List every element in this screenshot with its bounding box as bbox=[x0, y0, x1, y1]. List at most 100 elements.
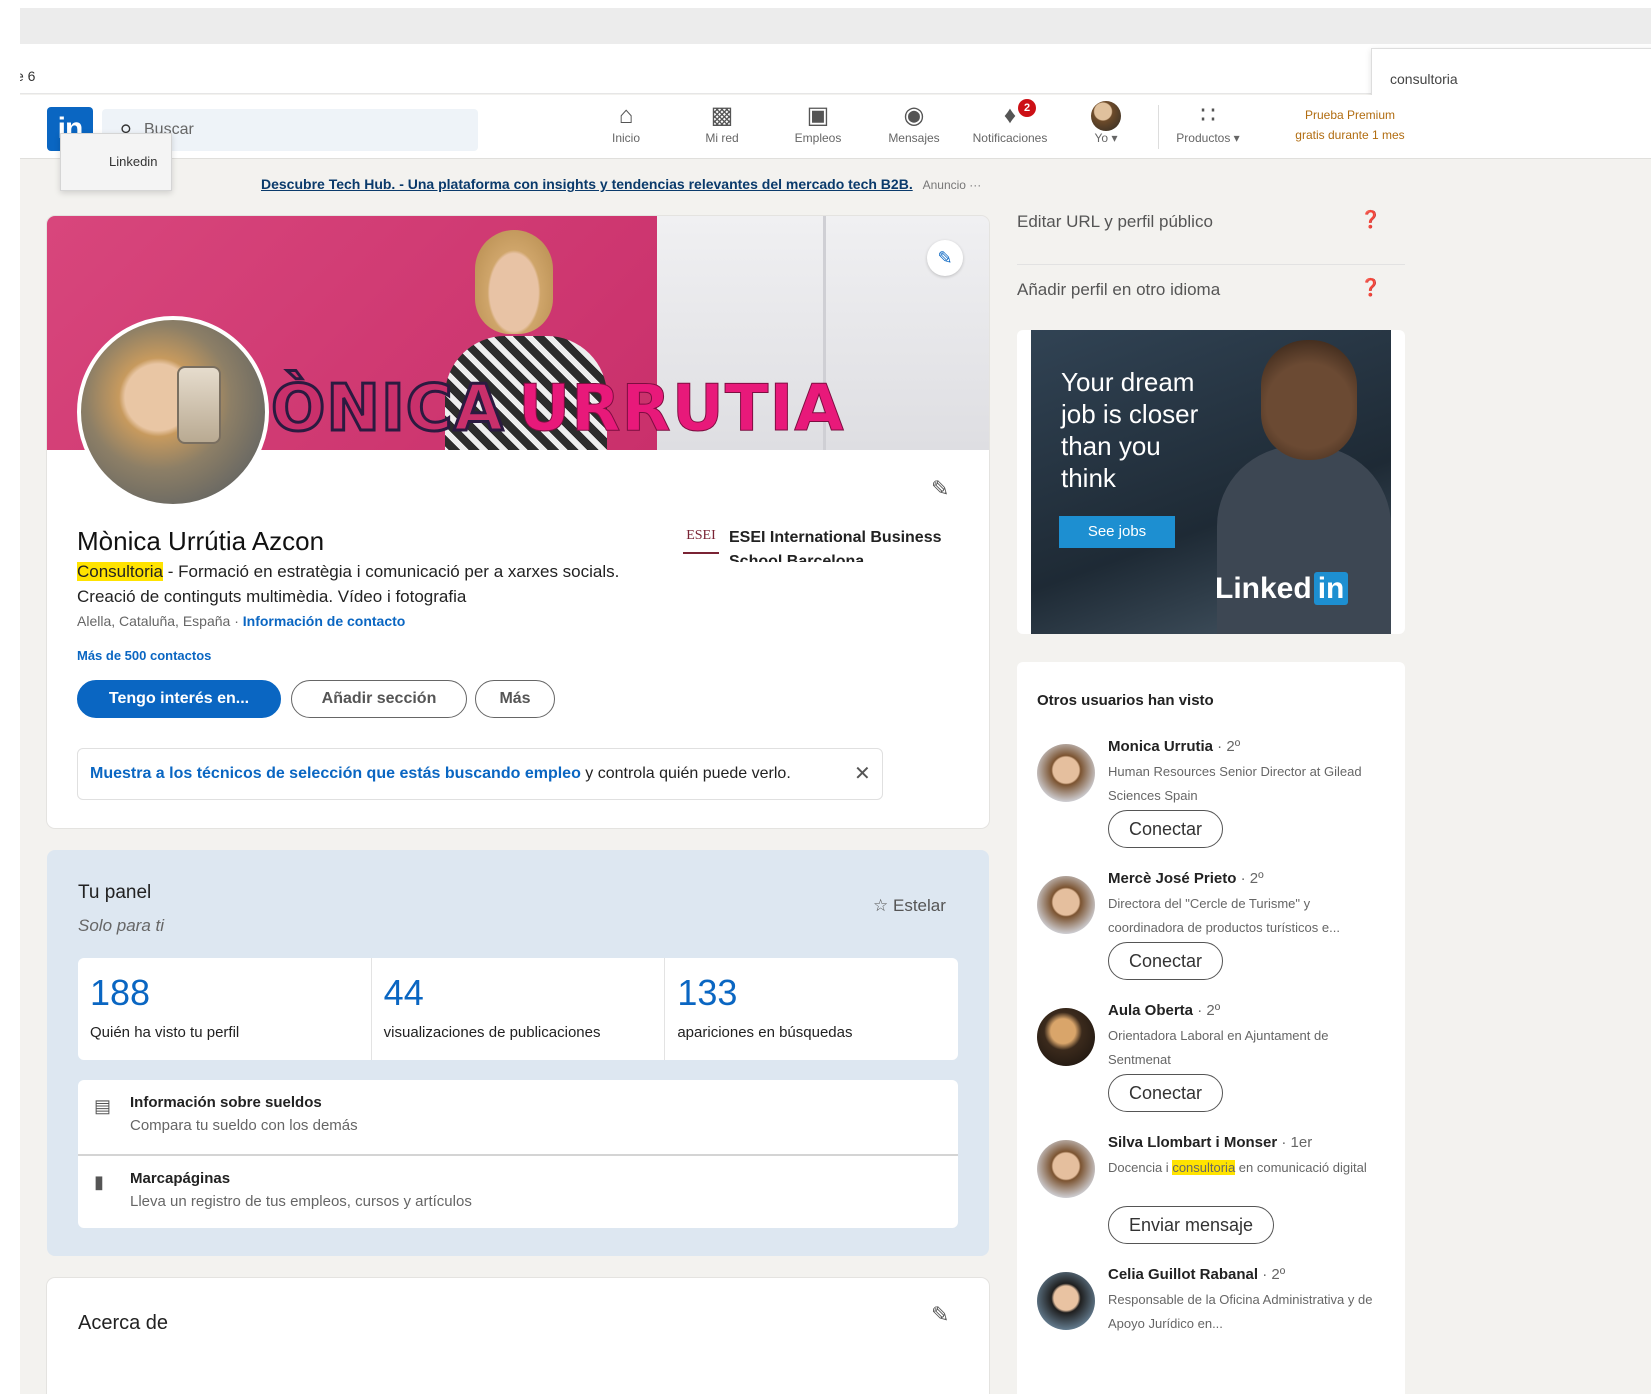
open-to-work-link[interactable]: Muestra a los técnicos de selección que … bbox=[90, 765, 581, 782]
person-name-text: Monica Urrutia bbox=[1108, 738, 1214, 755]
connections-link[interactable]: Más de 500 contactos bbox=[77, 648, 211, 663]
nav-products-label: Productos ▾ bbox=[1176, 131, 1240, 145]
edit-about-pencil-icon[interactable]: ✎ bbox=[931, 1302, 949, 1328]
connect-button[interactable]: Conectar bbox=[1108, 942, 1224, 980]
person-name[interactable]: Silva Llombart i Monser · 1er bbox=[1108, 1134, 1312, 1151]
person-name[interactable]: Mercè José Prieto · 2º bbox=[1108, 870, 1264, 887]
grid-icon: ∷ bbox=[1200, 102, 1216, 129]
avatar[interactable] bbox=[1037, 744, 1095, 802]
list-item: Monica Urrutia · 2º Human Resources Seni… bbox=[1037, 738, 1393, 858]
person-name-text: Mercè José Prieto bbox=[1108, 870, 1237, 887]
avatar[interactable] bbox=[1037, 876, 1095, 934]
home-icon: ⌂ bbox=[618, 102, 634, 129]
cover-name-text: ÒNICA URRUTIA bbox=[269, 371, 845, 448]
stat-post-views[interactable]: 44 visualizaciones de publicaciones bbox=[372, 958, 666, 1060]
tab-fragment: e 6 bbox=[20, 68, 36, 84]
nav-home[interactable]: ⌂ Inicio bbox=[578, 101, 674, 145]
edit-public-profile-link[interactable]: Editar URL y perfil público bbox=[1017, 212, 1213, 232]
person-name[interactable]: Monica Urrutia · 2º bbox=[1108, 738, 1240, 755]
stat-profile-views[interactable]: 188 Quién ha visto tu perfil bbox=[78, 958, 372, 1060]
nav-products[interactable]: ∷ Productos ▾ bbox=[1160, 101, 1256, 145]
stat-label: visualizaciones de publicaciones bbox=[383, 1024, 601, 1041]
me-avatar-wrap bbox=[1058, 101, 1154, 131]
person-name[interactable]: Celia Guillot Rabanal · 2º bbox=[1108, 1266, 1285, 1283]
cover-name-part-1: ÒNICA bbox=[269, 371, 505, 448]
close-icon[interactable]: ✕ bbox=[854, 761, 871, 786]
nav-notifications[interactable]: ♦ 2 Notificaciones bbox=[962, 99, 1058, 145]
send-message-button[interactable]: Enviar mensaje bbox=[1108, 1206, 1275, 1244]
nav-jobs[interactable]: ▣ Empleos bbox=[770, 101, 866, 145]
ad-banner-link[interactable]: Descubre Tech Hub. - Una plataforma con … bbox=[261, 176, 913, 192]
search-input[interactable] bbox=[144, 109, 464, 151]
contact-info-link[interactable]: Información de contacto bbox=[243, 613, 406, 629]
premium-line-1: Prueba Premium bbox=[1304, 108, 1396, 122]
person-name-text: Silva Llombart i Monser bbox=[1108, 1134, 1278, 1151]
logo-tooltip: Linkedin bbox=[60, 133, 172, 191]
person-degree: · 2º bbox=[1213, 738, 1241, 755]
salary-insights-item[interactable]: ▤ Información sobre sueldos Compara tu s… bbox=[78, 1080, 958, 1154]
avatar[interactable] bbox=[1037, 1272, 1095, 1330]
edit-cover-button[interactable]: ✎ bbox=[927, 240, 963, 276]
open-to-button[interactable]: Tengo interés en... bbox=[77, 680, 281, 718]
stats-row: 188 Quién ha visto tu perfil 44 visualiz… bbox=[78, 958, 958, 1060]
location-text: Alella, Cataluña, España · bbox=[77, 613, 243, 629]
cover-name-part-2: URRUTIA bbox=[518, 372, 845, 447]
nav-network-label: Mi red bbox=[705, 131, 739, 145]
briefcase-icon: ▣ bbox=[806, 102, 830, 129]
list-item: Mercè José Prieto · 2º Directora del "Ce… bbox=[1037, 870, 1393, 990]
person-name-text: Celia Guillot Rabanal bbox=[1108, 1266, 1259, 1283]
all-star-badge[interactable]: ☆ Estelar bbox=[873, 896, 946, 916]
person-degree: · 2º bbox=[1236, 870, 1264, 887]
people-title: Otros usuarios han visto bbox=[1037, 692, 1214, 709]
stat-label: apariciones en búsquedas bbox=[677, 1024, 853, 1041]
top-ad-banner: Descubre Tech Hub. - Una plataforma con … bbox=[261, 176, 981, 192]
connect-button[interactable]: Conectar bbox=[1108, 810, 1224, 848]
ad-headline: Your dream job is closer than you think bbox=[1061, 367, 1199, 493]
bookmarks-item[interactable]: ▮ Marcapáginas Lleva un registro de tus … bbox=[78, 1154, 958, 1228]
panel-title: Tu panel bbox=[78, 882, 152, 903]
sidebar-ad[interactable]: Your dream job is closer than you think … bbox=[1017, 330, 1405, 634]
connect-button[interactable]: Conectar bbox=[1108, 1074, 1224, 1112]
desc-before: Docencia i bbox=[1108, 1160, 1173, 1175]
avatar[interactable] bbox=[1037, 1140, 1095, 1198]
ad-banner-label[interactable]: Anuncio ··· bbox=[923, 178, 982, 192]
tool-desc: Lleva un registro de tus empleos, cursos… bbox=[130, 1193, 472, 1210]
profile-avatar[interactable] bbox=[77, 316, 269, 508]
nav-network[interactable]: ▩ Mi red bbox=[674, 101, 770, 145]
more-button[interactable]: Más bbox=[475, 680, 555, 718]
ad-image: Your dream job is closer than you think … bbox=[1031, 330, 1391, 634]
avatar[interactable] bbox=[1037, 1008, 1095, 1066]
tool-title: Información sobre sueldos bbox=[130, 1094, 322, 1111]
school-logo: ESEI bbox=[683, 528, 719, 554]
nav-messaging[interactable]: ◉ Mensajes bbox=[866, 101, 962, 145]
notification-badge: 2 bbox=[1018, 99, 1036, 117]
add-section-button[interactable]: Añadir sección bbox=[291, 680, 467, 718]
list-item: Celia Guillot Rabanal · 2º Responsable d… bbox=[1037, 1266, 1393, 1386]
desc-highlight: consultoria bbox=[1172, 1160, 1236, 1175]
find-query: consultoria bbox=[1390, 71, 1458, 87]
premium-trial-link[interactable]: Prueba Premium gratis durante 1 mes bbox=[1270, 105, 1430, 145]
dashboard-panel: Tu panel Solo para ti ☆ Estelar 188 Quié… bbox=[47, 850, 989, 1256]
person-degree: · 2º bbox=[1258, 1266, 1286, 1283]
all-star-label: Estelar bbox=[892, 896, 946, 915]
profile-location: Alella, Cataluña, España · Información d… bbox=[77, 613, 405, 629]
person-description: Responsable de la Oficina Administrativa… bbox=[1108, 1292, 1373, 1331]
premium-line-2: gratis durante 1 mes bbox=[1295, 128, 1405, 142]
edit-intro-pencil-icon[interactable]: ✎ bbox=[931, 476, 949, 502]
add-language-profile-link[interactable]: Añadir perfil en otro idioma bbox=[1017, 280, 1220, 300]
nav-notifications-label: Notificaciones bbox=[972, 131, 1048, 145]
nav-divider bbox=[1158, 105, 1159, 149]
about-title: Acerca de bbox=[78, 1312, 169, 1334]
help-icon[interactable]: ❓ bbox=[1360, 278, 1381, 298]
ad-linkedin-logo: Linked in bbox=[1215, 572, 1349, 606]
person-name-text: Aula Oberta bbox=[1108, 1002, 1194, 1019]
person-description: Directora del "Cercle de Turisme" y coor… bbox=[1108, 896, 1340, 935]
nav-jobs-label: Empleos bbox=[794, 131, 842, 145]
ad-see-jobs-button[interactable]: See jobs bbox=[1059, 516, 1175, 548]
stat-search-appearances[interactable]: 133 apariciones en búsquedas bbox=[665, 958, 958, 1060]
nav-me[interactable]: Yo ▾ bbox=[1058, 101, 1154, 145]
nav-me-label: Yo ▾ bbox=[1094, 131, 1118, 145]
help-icon[interactable]: ❓ bbox=[1360, 210, 1381, 230]
tool-title: Marcapáginas bbox=[130, 1170, 231, 1187]
person-name[interactable]: Aula Oberta · 2º bbox=[1108, 1002, 1220, 1019]
